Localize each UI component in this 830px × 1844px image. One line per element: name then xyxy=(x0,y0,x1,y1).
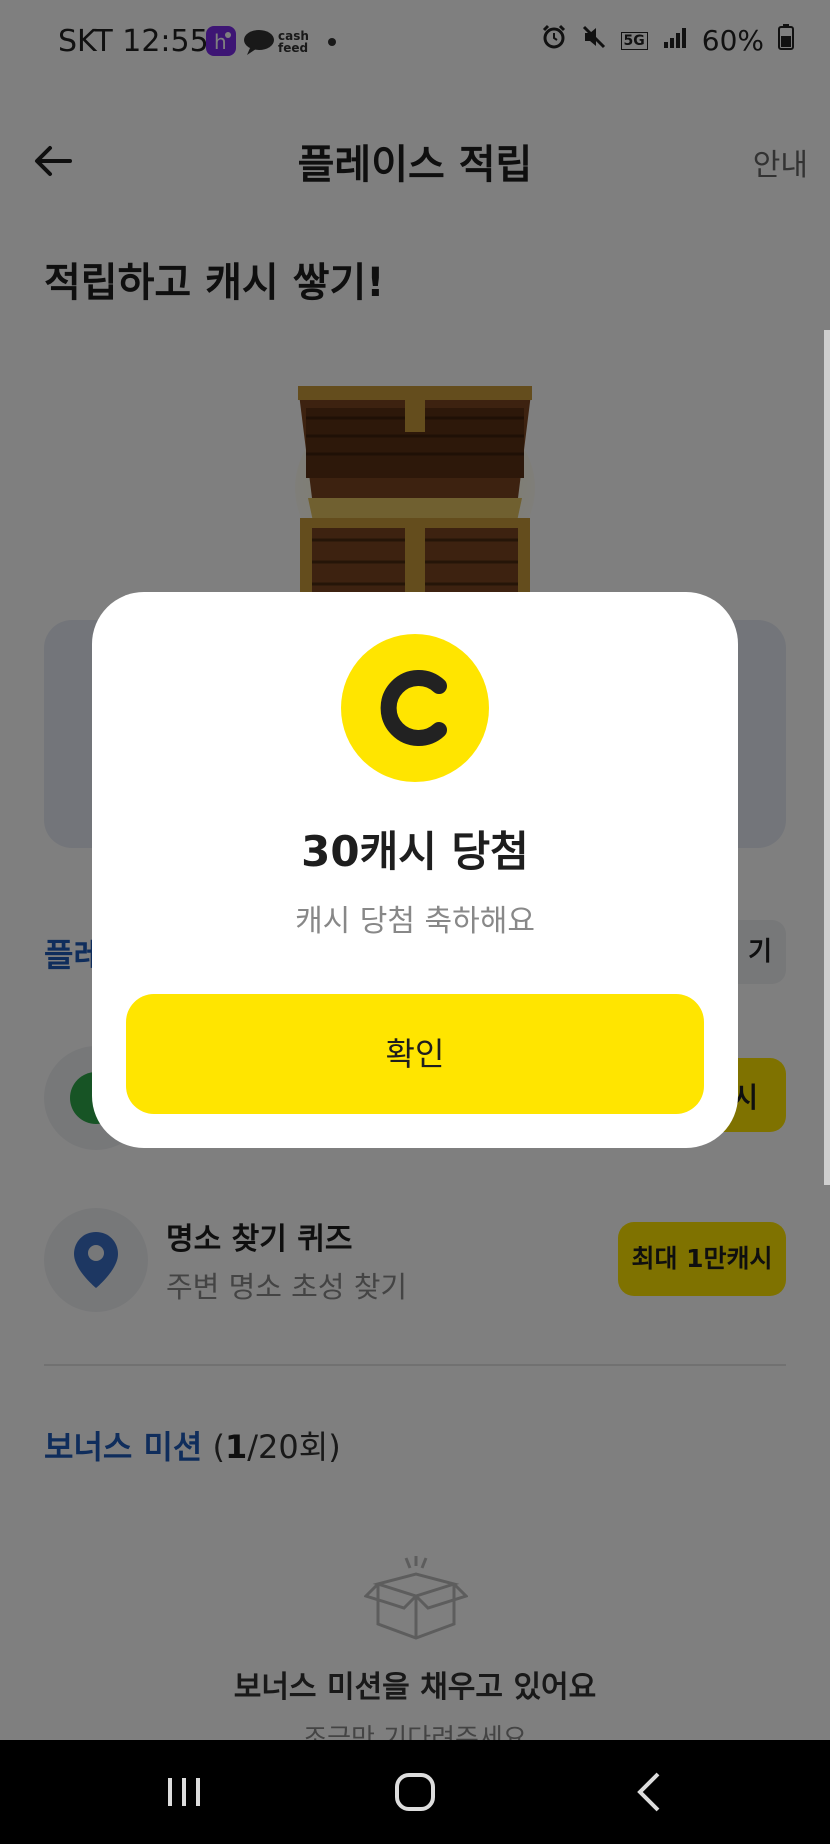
chevron-left-icon xyxy=(637,1772,660,1812)
reward-dialog-subtitle: 캐시 당첨 축하해요 xyxy=(295,904,535,939)
recent-apps-icon xyxy=(168,1778,200,1806)
cash-coin-icon xyxy=(341,634,489,782)
scrollbar xyxy=(824,330,830,1185)
home-icon xyxy=(395,1773,435,1811)
home-button[interactable] xyxy=(392,1770,438,1818)
back-nav-button[interactable] xyxy=(630,1770,670,1818)
confirm-button[interactable]: 확인 xyxy=(126,994,704,1114)
recent-apps-button[interactable] xyxy=(160,1772,208,1816)
reward-dialog-title: 30캐시 당첨 xyxy=(301,827,529,876)
system-navigation-bar xyxy=(0,1740,830,1844)
